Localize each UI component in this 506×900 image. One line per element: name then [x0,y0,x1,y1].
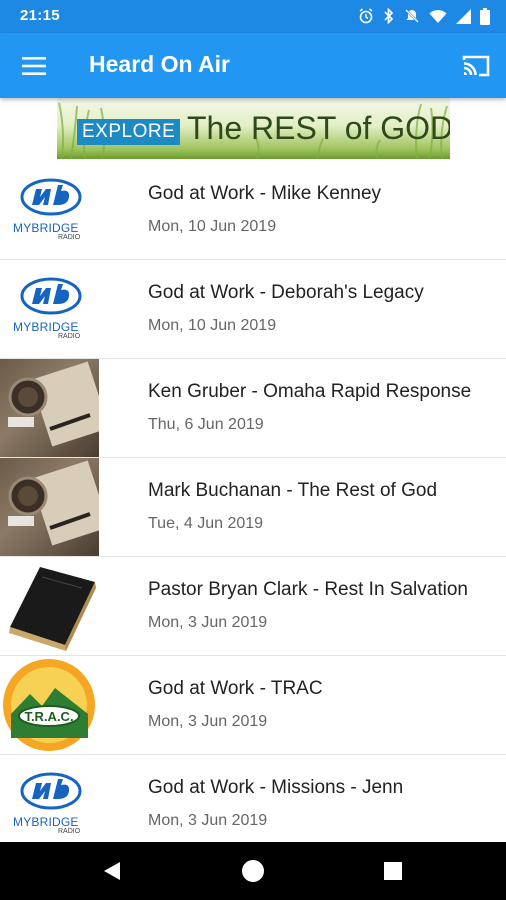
desk-photo-art [8,460,99,546]
wifi-icon [429,9,447,23]
mybridge-sub: RADIO [58,828,81,835]
mybridge-sub: RADIO [58,234,81,241]
list-item[interactable]: T.R.A.C. God at Work - TRAC Mon, 3 Jun 2… [0,656,506,755]
list-item[interactable]: Mark Buchanan - The Rest of God Tue, 4 J… [0,458,506,557]
list-item[interactable]: MYBRIDGE RADIO God at Work - Missions - … [0,755,506,854]
mybridge-sub: RADIO [58,333,81,340]
system-nav-bar [0,842,506,900]
menu-icon [22,57,46,75]
menu-button[interactable] [16,49,52,83]
item-date: Tue, 4 Jun 2019 [148,515,264,532]
list-item[interactable]: Pastor Bryan Clark - Rest In Salvation M… [0,557,506,656]
status-icons [358,6,490,26]
banner-explore-label: EXPLORE [77,119,181,145]
bible-photo-art [9,567,96,651]
mybridge-name: MYBRIDGE [13,221,79,235]
app-title: Heard On Air [89,51,231,77]
item-date: Mon, 3 Jun 2019 [148,614,268,631]
desk-photo-art [8,361,99,447]
battery-icon [480,7,490,25]
item-title: Ken Gruber - Omaha Rapid Response [148,381,472,402]
item-title: God at Work - TRAC [148,678,323,699]
home-icon[interactable] [242,860,264,882]
mybridge-name: MYBRIDGE [13,815,79,829]
item-title: Mark Buchanan - The Rest of God [148,480,438,501]
signal-icon [456,8,471,24]
item-date: Mon, 3 Jun 2019 [148,713,268,730]
bible-photo [0,557,99,655]
recents-icon[interactable] [384,862,402,880]
trac-logo-text: T.R.A.C. [24,709,73,724]
item-date: Thu, 6 Jun 2019 [148,416,264,433]
item-date: Mon, 3 Jun 2019 [148,812,268,829]
item-date: Mon, 10 Jun 2019 [148,218,277,235]
mb-logo-mark [20,772,82,810]
bluetooth-icon [384,8,394,24]
status-time: 21:15 [20,7,60,24]
list-item[interactable]: Ken Gruber - Omaha Rapid Response Thu, 6… [0,359,506,458]
promo-banner[interactable]: EXPLORE The REST of GOD [57,98,450,159]
cast-button[interactable] [458,49,494,83]
banner-headline: The REST of GOD [187,110,450,146]
back-icon[interactable] [100,859,124,883]
trac-logo: T.R.A.C. [0,656,99,754]
trac-logo-art: T.R.A.C. [3,659,95,751]
mb-logo-mark [20,178,82,216]
desk-photo [0,359,99,457]
item-title: Pastor Bryan Clark - Rest In Salvation [148,579,468,600]
desk-photo [0,458,99,556]
cast-icon [462,55,490,77]
status-bar: 21:15 [0,0,506,33]
mb-logo-mark [20,277,82,315]
mybridge-logo: MYBRIDGE RADIO [0,161,99,259]
mybridge-logo: MYBRIDGE RADIO [0,260,99,358]
item-date: Mon, 10 Jun 2019 [148,317,277,334]
app-bar: Heard On Air [0,33,506,98]
item-title: God at Work - Missions - Jenn [148,777,404,798]
mybridge-name: MYBRIDGE [13,320,79,334]
mute-icon [405,9,419,23]
item-title: God at Work - Deborah's Legacy [148,282,424,303]
mybridge-logo: MYBRIDGE RADIO [0,755,99,853]
list-item[interactable]: MYBRIDGE RADIO God at Work - Deborah's L… [0,260,506,359]
item-title: God at Work - Mike Kenney [148,183,382,204]
alarm-icon [359,8,373,24]
list-item[interactable]: MYBRIDGE RADIO God at Work - Mike Kenney… [0,161,506,260]
episode-list: MYBRIDGE RADIO God at Work - Mike Kenney… [0,161,506,854]
